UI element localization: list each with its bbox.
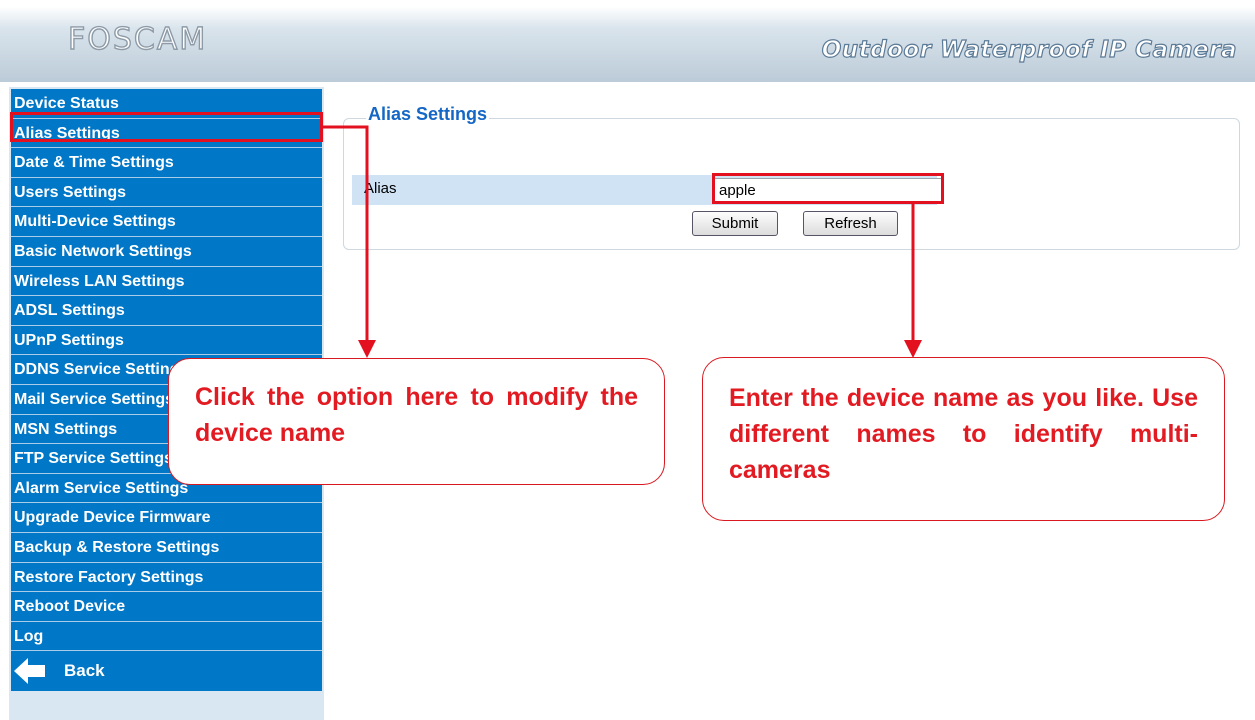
sidebar-item-restore-factory-settings[interactable]: Restore Factory Settings (11, 562, 322, 593)
alias-input-highlight (712, 173, 944, 204)
sidebar-item-date-time-settings[interactable]: Date & Time Settings (11, 148, 322, 178)
back-arrow-icon (14, 658, 45, 685)
back-button[interactable]: Back (11, 651, 322, 692)
sidebar-item-basic-network-settings[interactable]: Basic Network Settings (11, 236, 322, 267)
sidebar-item-adsl-settings[interactable]: ADSL Settings (11, 296, 322, 326)
header-banner: FOSCAM Outdoor Waterproof IP Camera (0, 0, 1255, 82)
callout-left-text: Click the option here to modify the devi… (195, 383, 638, 447)
sidebar-item-users-settings[interactable]: Users Settings (11, 177, 322, 208)
alias-label: Alias (364, 180, 397, 197)
arrow-left-head (358, 340, 376, 358)
submit-button[interactable]: Submit (692, 211, 778, 236)
alias-menu-highlight (10, 112, 323, 142)
sidebar-item-multi-device-settings[interactable]: Multi-Device Settings (11, 207, 322, 237)
refresh-button[interactable]: Refresh (803, 211, 898, 236)
callout-click-option: Click the option here to modify the devi… (168, 358, 665, 485)
section-title: Alias Settings (366, 104, 490, 125)
callout-right-text: Enter the device name as you like. Use d… (729, 384, 1198, 484)
callout-enter-name: Enter the device name as you like. Use d… (702, 357, 1225, 521)
arrow-right-head (904, 340, 922, 358)
sidebar-item-backup-restore-settings[interactable]: Backup & Restore Settings (11, 532, 322, 563)
sidebar-item-log[interactable]: Log (11, 621, 322, 652)
foscam-logo: FOSCAM (67, 21, 208, 57)
sidebar-item-upgrade-device-firmware[interactable]: Upgrade Device Firmware (11, 503, 322, 533)
sidebar-item-upnp-settings[interactable]: UPnP Settings (11, 325, 322, 356)
product-tagline: Outdoor Waterproof IP Camera (821, 36, 1237, 63)
back-label: Back (64, 661, 105, 681)
sidebar-item-wireless-lan-settings[interactable]: Wireless LAN Settings (11, 266, 322, 297)
sidebar-item-reboot-device[interactable]: Reboot Device (11, 592, 322, 622)
